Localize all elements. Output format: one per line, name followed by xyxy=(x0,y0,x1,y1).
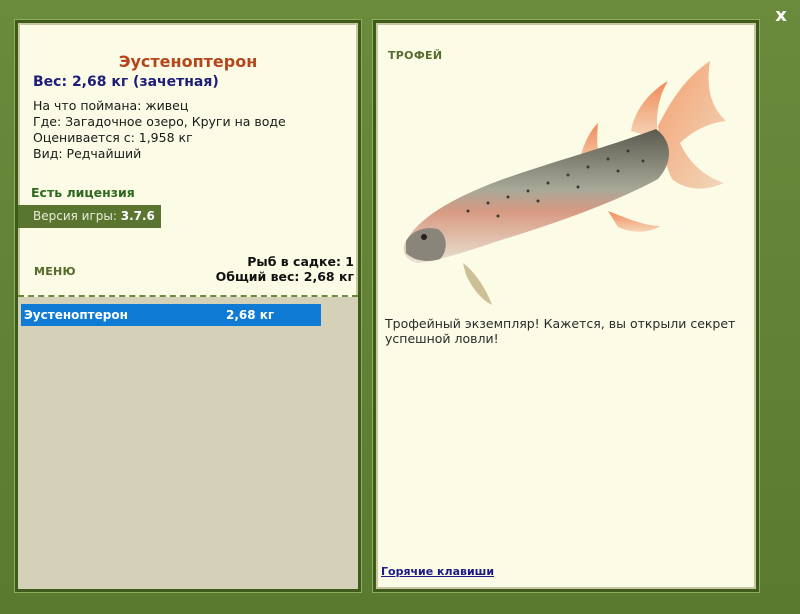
value-info: Оценивается с: 1,958 кг xyxy=(33,130,193,145)
location-info: Где: Загадочное озеро, Круги на воде xyxy=(33,114,286,129)
version-value: 3.7.6 xyxy=(120,209,155,223)
version-box: Версия игры: 3.7.6 xyxy=(18,205,161,228)
fish-info-panel: Эустеноптерон Вес: 2,68 кг (зачетная) На… xyxy=(15,20,361,592)
trophy-panel: ТРОФЕЙ Трофейный экземпляр! Кажется, вы … xyxy=(373,20,759,592)
list-item[interactable]: Эустеноптерон 2,68 кг xyxy=(21,304,321,326)
license-status: Есть лицензия xyxy=(31,185,135,200)
close-icon[interactable]: x xyxy=(775,5,787,26)
keepnet-count: Рыб в садке: 1 xyxy=(247,254,354,269)
catch-weight: 2,68 кг xyxy=(226,308,275,322)
hotkeys-link[interactable]: Горячие клавиши xyxy=(381,565,494,578)
menu-button[interactable]: МЕНЮ xyxy=(34,265,76,278)
version-label: Версия игры: xyxy=(33,209,117,223)
fish-weight: Вес: 2,68 кг (зачетная) xyxy=(33,74,219,90)
close-button[interactable]: x xyxy=(772,6,790,26)
fish-name: Эустеноптерон xyxy=(118,52,258,71)
catch-list: Эустеноптерон 2,68 кг xyxy=(18,297,358,589)
keepnet-total-weight: Общий вес: 2,68 кг xyxy=(215,269,354,284)
keepnet-stats: Рыб в садке: 1 Общий вес: 2,68 кг xyxy=(216,254,354,284)
catch-name: Эустеноптерон xyxy=(24,308,128,322)
bait-info: На что поймана: живец xyxy=(33,98,189,113)
rarity-info: Вид: Редчайший xyxy=(33,146,142,161)
trophy-description: Трофейный экземпляр! Кажется, вы открыли… xyxy=(385,316,736,346)
fish-image xyxy=(403,61,726,305)
